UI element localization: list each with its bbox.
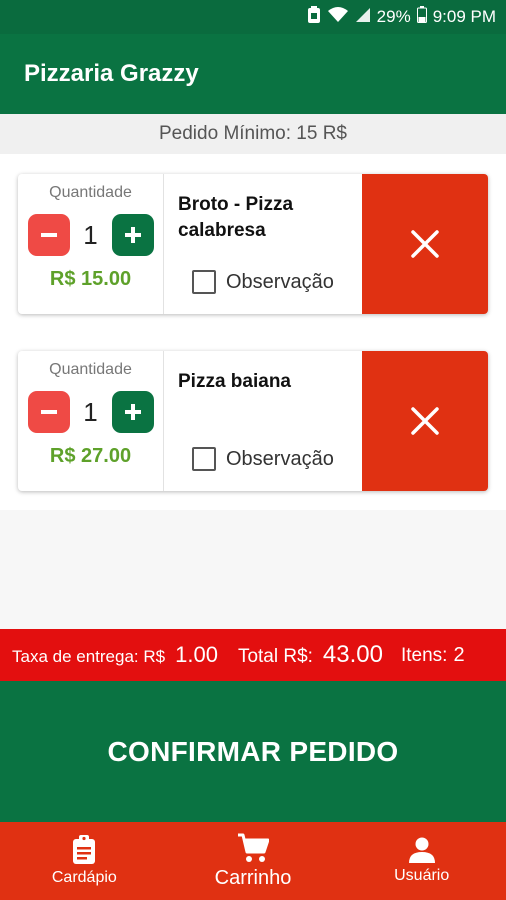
wifi-icon xyxy=(327,6,349,28)
status-bar: 29% 9:09 PM xyxy=(0,0,506,34)
cart-list: Quantidade 1 R$ 15.00 Broto - Pizza cala… xyxy=(0,154,506,510)
battery-percent: 29% xyxy=(376,7,411,26)
remove-item-button[interactable] xyxy=(362,174,488,314)
min-order-banner: Pedido Mínimo: 15 R$ xyxy=(0,114,506,154)
plus-icon xyxy=(124,227,141,243)
observation-checkbox[interactable] xyxy=(192,270,216,294)
quantity-stepper: 1 xyxy=(27,391,154,433)
delivery-fee-label: Taxa de entrega: R$ xyxy=(12,647,166,666)
nav-label: Carrinho xyxy=(214,866,292,889)
quantity-label: Quantidade xyxy=(49,361,132,378)
quantity-stepper: 1 xyxy=(27,214,154,256)
decrease-quantity-button[interactable] xyxy=(27,214,70,256)
close-icon xyxy=(411,407,439,435)
observation-toggle[interactable]: Observação xyxy=(192,270,334,294)
signal-icon xyxy=(355,7,371,28)
quantity-section: Quantidade 1 R$ 15.00 xyxy=(18,174,164,314)
user-icon xyxy=(408,837,435,863)
item-details: Pizza baiana Observação xyxy=(164,351,362,491)
total-value: 43.00 xyxy=(322,641,383,668)
items-count-label: Itens: xyxy=(400,644,448,666)
increase-quantity-button[interactable] xyxy=(111,391,154,433)
cart-icon xyxy=(238,833,269,862)
close-icon xyxy=(411,230,439,258)
observation-toggle[interactable]: Observação xyxy=(192,447,334,471)
observation-label: Observação xyxy=(226,270,334,293)
quantity-section: Quantidade 1 R$ 27.00 xyxy=(18,351,164,491)
nav-label: Cardápio xyxy=(51,869,117,886)
quantity-value: 1 xyxy=(83,396,98,427)
decrease-quantity-button[interactable] xyxy=(27,391,70,433)
minus-icon xyxy=(40,410,57,414)
app-title: Pizzaria Grazzy xyxy=(24,60,199,87)
product-name: Broto - Pizza calabresa xyxy=(178,194,294,241)
nav-item-carrinho[interactable]: Carrinho xyxy=(169,822,338,900)
quantity-label: Quantidade xyxy=(49,184,132,201)
empty-area xyxy=(0,510,506,629)
plus-icon xyxy=(124,404,141,420)
nav-label: Usuário xyxy=(394,867,450,884)
bottom-navigation: Cardápio Carrinho Usuário xyxy=(0,822,506,900)
nav-item-usuario[interactable]: Usuário xyxy=(337,822,506,900)
sim-icon xyxy=(307,5,321,29)
item-price: R$ 15.00 xyxy=(49,268,132,290)
cart-item: Quantidade 1 R$ 15.00 Broto - Pizza cala… xyxy=(18,174,488,314)
clipboard-icon xyxy=(73,835,96,864)
quantity-value: 1 xyxy=(83,219,98,250)
item-price: R$ 27.00 xyxy=(49,445,132,467)
cart-item: Quantidade 1 R$ 27.00 Pizza baiana Obser… xyxy=(18,351,488,491)
confirm-order-button[interactable]: CONFIRMAR PEDIDO xyxy=(0,681,506,822)
item-details: Broto - Pizza calabresa Observação xyxy=(164,174,362,314)
order-summary-bar: Taxa de entrega: R$ 1.00 Total R$: 43.00… xyxy=(0,629,506,681)
product-name: Pizza baiana xyxy=(178,371,291,392)
remove-item-button[interactable] xyxy=(362,351,488,491)
minus-icon xyxy=(40,233,57,237)
observation-checkbox[interactable] xyxy=(192,447,216,471)
total-label: Total R$: xyxy=(237,646,313,667)
battery-icon xyxy=(416,6,427,28)
items-count-value: 2 xyxy=(453,643,465,666)
increase-quantity-button[interactable] xyxy=(111,214,154,256)
app-bar: Pizzaria Grazzy xyxy=(0,34,506,114)
observation-label: Observação xyxy=(226,447,334,470)
clock: 9:09 PM xyxy=(432,7,496,26)
delivery-fee-value: 1.00 xyxy=(175,642,218,667)
nav-item-cardapio[interactable]: Cardápio xyxy=(0,822,169,900)
